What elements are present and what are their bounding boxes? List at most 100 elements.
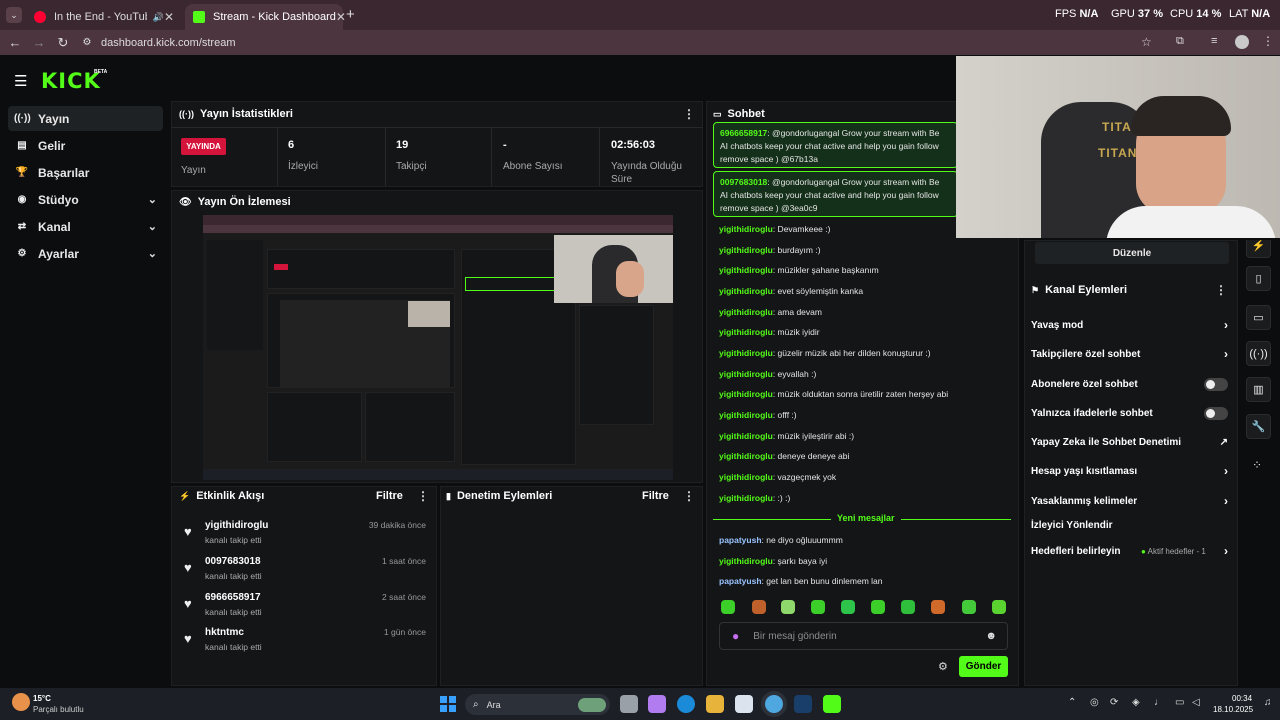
- chat-message[interactable]: yigithidiroglu: şarkı baya iyi: [719, 556, 827, 566]
- bookmark-star-icon[interactable]: ☆: [1141, 35, 1152, 49]
- sidebar-item-gelir[interactable]: ▤ Gelir: [8, 133, 163, 158]
- task-view-icon[interactable]: [620, 695, 638, 713]
- send-button[interactable]: Gönder: [959, 656, 1008, 677]
- close-tab-icon[interactable]: ✕: [164, 10, 174, 24]
- chat-message[interactable]: yigithidiroglu: :) :): [719, 493, 790, 503]
- sidebar-item-kanal[interactable]: ⇄ Kanal ⌄: [8, 214, 163, 239]
- tray-chevron-up-icon[interactable]: ⌃: [1068, 697, 1076, 708]
- quick-action-more-icon[interactable]: ⁘: [1252, 458, 1262, 472]
- close-tab-icon[interactable]: ✕: [336, 10, 346, 24]
- emote-icon[interactable]: [871, 600, 885, 614]
- file-explorer-icon[interactable]: [706, 695, 724, 713]
- ai-moderation-row[interactable]: Yapay Zeka ile Sohbet Denetimi ↗: [1031, 433, 1228, 451]
- stats-menu-icon[interactable]: ⋮: [683, 107, 695, 121]
- tray-steam-icon[interactable]: ◈: [1132, 697, 1140, 708]
- taskbar-search[interactable]: ⌕ Ara: [465, 694, 610, 715]
- extensions-icon[interactable]: ⧉: [1176, 35, 1184, 48]
- emote-icon[interactable]: [721, 600, 735, 614]
- moderation-menu-icon[interactable]: ⋮: [683, 489, 695, 503]
- emote-icon[interactable]: [901, 600, 915, 614]
- emote-only-toggle[interactable]: [1204, 406, 1228, 420]
- quick-action-wrench-icon[interactable]: 🔧: [1246, 414, 1271, 439]
- list-item[interactable]: ♥ hktntmc kanalı takip etti 1 gün önce: [183, 627, 428, 659]
- tray-sync-icon[interactable]: ⟳: [1110, 697, 1118, 708]
- chat-message[interactable]: yigithidiroglu: Devamkeee :): [719, 224, 830, 234]
- browser-menu-icon[interactable]: ⋮: [1262, 34, 1274, 48]
- edge-icon[interactable]: [677, 695, 695, 713]
- emote-icon[interactable]: [931, 600, 945, 614]
- url-field[interactable]: dashboard.kick.com/stream: [101, 37, 236, 49]
- tab-list-chevron-icon[interactable]: ⌄: [6, 7, 22, 23]
- tray-mic-icon[interactable]: ♩: [1154, 697, 1164, 708]
- chat-message[interactable]: yigithidiroglu: offf :): [719, 410, 797, 420]
- channel-actions-menu-icon[interactable]: ⋮: [1215, 283, 1227, 297]
- activity-menu-icon[interactable]: ⋮: [417, 489, 429, 503]
- followers-only-row[interactable]: Takipçilere özel sohbet ›: [1031, 345, 1228, 363]
- emote-only-row[interactable]: Yalnızca ifadelerle sohbet: [1031, 404, 1228, 422]
- steam-icon[interactable]: [794, 695, 812, 713]
- chat-message[interactable]: yigithidiroglu: eyvallah :): [719, 369, 816, 379]
- chat-message[interactable]: yigithidiroglu: müzik iyileştirir abi :): [719, 431, 854, 441]
- back-icon[interactable]: ←: [3, 35, 27, 50]
- list-item[interactable]: ♥ 6966658917 kanalı takip etti 2 saat önce: [183, 592, 428, 624]
- goals-row[interactable]: Hedefleri belirleyin ● Aktif hedefler - …: [1031, 542, 1228, 560]
- chat-message[interactable]: yigithidiroglu: deneye deneye abi: [719, 451, 849, 461]
- chat-message[interactable]: yigithidiroglu: evet söylemiştin kanka: [719, 286, 863, 296]
- emote-icon[interactable]: [752, 600, 766, 614]
- emote-icon[interactable]: [962, 600, 976, 614]
- copilot-icon[interactable]: [648, 695, 666, 713]
- chat-message-input[interactable]: ● Bir mesaj gönderin ☻: [719, 622, 1008, 650]
- chat-username[interactable]: 6966658917: [720, 128, 767, 138]
- emote-icon[interactable]: [811, 600, 825, 614]
- kick-logo[interactable]: KICK: [41, 69, 101, 93]
- subscribers-only-row[interactable]: Abonelere özel sohbet: [1031, 375, 1228, 393]
- hamburger-menu-icon[interactable]: ☰: [14, 72, 27, 90]
- new-messages-divider[interactable]: Yeni mesajlar: [713, 513, 1011, 525]
- tray-app-icon[interactable]: ◎: [1090, 697, 1099, 708]
- chat-message[interactable]: yigithidiroglu: müzikler şahane başkanım: [719, 265, 879, 275]
- chat-message[interactable]: papatyush: get lan ben bunu dinlemem lan: [719, 576, 883, 586]
- chat-message[interactable]: papatyush: ne diyo oğluuummm: [719, 535, 843, 545]
- chat-message[interactable]: yigithidiroglu: ama devam: [719, 307, 822, 317]
- activity-filter-button[interactable]: Filtre: [376, 490, 403, 502]
- tray-network-icon[interactable]: ▭: [1175, 697, 1184, 708]
- tab-kick-dashboard[interactable]: Stream - Kick Dashboard ✕: [185, 4, 346, 30]
- chat-message[interactable]: yigithidiroglu: müzik olduktan sonra üre…: [719, 389, 948, 399]
- clock-date[interactable]: 18.10.2025: [1213, 705, 1253, 714]
- quick-action-chat-icon[interactable]: ▭: [1246, 305, 1271, 330]
- quick-action-broadcast-icon[interactable]: ((·)): [1246, 341, 1271, 366]
- emoji-icon[interactable]: ☻: [985, 630, 997, 642]
- audio-playing-icon[interactable]: 🔊: [153, 12, 164, 23]
- store-icon[interactable]: [735, 695, 753, 713]
- highlighted-message[interactable]: 6966658917: @gondorlugangal Grow your st…: [713, 122, 958, 168]
- windows-start-icon[interactable]: [440, 696, 456, 712]
- media-control-icon[interactable]: ≡: [1211, 35, 1217, 47]
- sidebar-item-ayarlar[interactable]: ⚙ Ayarlar ⌄: [8, 241, 163, 266]
- edit-button[interactable]: Düzenle: [1035, 242, 1229, 264]
- quick-action-layout-icon[interactable]: ▥: [1246, 377, 1271, 402]
- emote-icon[interactable]: [781, 600, 795, 614]
- quick-action-document-icon[interactable]: ▯: [1246, 266, 1271, 291]
- chat-message[interactable]: yigithidiroglu: burdayım :): [719, 245, 821, 255]
- list-item[interactable]: ♥ 0097683018 kanalı takip etti 1 saat önce: [183, 556, 428, 588]
- new-tab-icon[interactable]: +: [346, 6, 355, 23]
- sidebar-item-yayin[interactable]: ((·)) Yayın: [8, 106, 163, 131]
- chat-message[interactable]: yigithidiroglu: müzik iyidir: [719, 327, 820, 337]
- emote-icon[interactable]: [992, 600, 1006, 614]
- sidebar-item-basarilar[interactable]: 🏆 Başarılar: [8, 160, 163, 185]
- chat-message[interactable]: yigithidiroglu: vazgeçmek yok: [719, 472, 836, 482]
- highlighted-message[interactable]: 0097683018: @gondorlugangal Grow your st…: [713, 171, 958, 217]
- site-info-icon[interactable]: ⚙: [75, 37, 99, 48]
- tray-volume-icon[interactable]: ◁: [1192, 697, 1200, 708]
- chrome-icon[interactable]: [765, 695, 783, 713]
- banned-words-row[interactable]: Yasaklanmış kelimeler ›: [1031, 492, 1228, 510]
- forward-icon[interactable]: →: [27, 35, 51, 50]
- reload-icon[interactable]: ↻: [51, 35, 75, 51]
- profile-avatar[interactable]: [1235, 35, 1249, 49]
- microphone-icon[interactable]: ●: [732, 629, 739, 643]
- chat-settings-gear-icon[interactable]: ⚙: [938, 660, 948, 673]
- kick-app-icon[interactable]: [823, 695, 841, 713]
- slow-mode-row[interactable]: Yavaş mod ›: [1031, 316, 1228, 334]
- subscribers-only-toggle[interactable]: [1204, 377, 1228, 391]
- chat-message[interactable]: yigithidiroglu: güzelir müzik abi her di…: [719, 348, 931, 358]
